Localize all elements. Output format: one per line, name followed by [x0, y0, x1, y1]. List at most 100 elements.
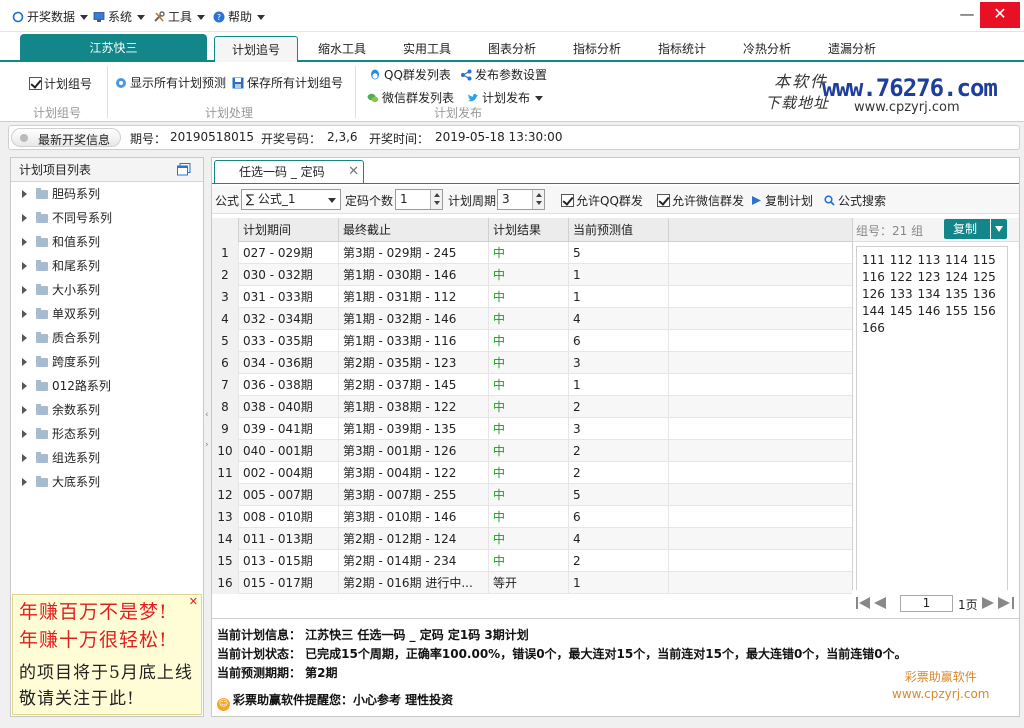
- period-value: 20190518015: [170, 130, 254, 144]
- expand-arrow-icon[interactable]: [22, 190, 27, 198]
- menu-tools[interactable]: 工具: [153, 8, 206, 26]
- col-header-period[interactable]: 计划期间: [239, 218, 339, 242]
- expand-arrow-icon[interactable]: [22, 406, 27, 414]
- expand-arrow-icon[interactable]: [22, 382, 27, 390]
- group-numbers-text[interactable]: 111 112 113 114 115 116 122 123 124 125 …: [856, 246, 1008, 591]
- latest-draw-pill[interactable]: 最新开奖信息: [11, 128, 121, 147]
- display-icon: [116, 78, 126, 88]
- ad-close-icon[interactable]: ✕: [189, 595, 198, 608]
- table-row[interactable]: 12 005 - 007期 第3期 - 007期 - 255 中 5: [212, 484, 852, 506]
- page-input[interactable]: 1: [900, 595, 953, 612]
- tab-plan-chase[interactable]: 计划追号: [214, 36, 298, 62]
- tab-omission[interactable]: 遗漏分析: [810, 36, 894, 62]
- tab-chart-analysis[interactable]: 图表分析: [470, 36, 554, 62]
- publish-settings-button[interactable]: 发布参数设置: [460, 66, 547, 84]
- tree-item[interactable]: 大底系列: [11, 470, 203, 494]
- col-header-result[interactable]: 计划结果: [489, 218, 569, 242]
- tree-item[interactable]: 和值系列: [11, 230, 203, 254]
- menu-system[interactable]: 系统: [93, 8, 146, 26]
- tree-item[interactable]: 不同号系列: [11, 206, 203, 230]
- expand-arrow-icon[interactable]: [22, 478, 27, 486]
- tab-index-stats[interactable]: 指标统计: [640, 36, 724, 62]
- menu-help[interactable]: ? 帮助: [213, 8, 266, 26]
- expand-arrow-icon[interactable]: [22, 262, 27, 270]
- cell-period: 033 - 035期: [239, 330, 339, 352]
- plan-group-checkbox[interactable]: 计划组号: [29, 75, 92, 93]
- spinner-icon[interactable]: [532, 190, 544, 209]
- table-row[interactable]: 14 011 - 013期 第2期 - 012期 - 124 中 4: [212, 528, 852, 550]
- expand-arrow-icon[interactable]: [22, 430, 27, 438]
- app-title-tab[interactable]: 江苏快三: [20, 34, 207, 62]
- tab-shrink-tool[interactable]: 缩水工具: [300, 36, 384, 62]
- expand-arrow-icon[interactable]: [22, 214, 27, 222]
- close-tab-icon[interactable]: ✕: [348, 161, 359, 183]
- qq-group-list-button[interactable]: QQ群发列表: [369, 66, 451, 84]
- next-last-page-icon[interactable]: [982, 597, 1016, 609]
- copy-plan-button[interactable]: 复制计划: [751, 192, 813, 209]
- expand-arrow-icon[interactable]: [22, 454, 27, 462]
- table-row[interactable]: 6 034 - 036期 第2期 - 035期 - 123 中 3: [212, 352, 852, 374]
- row-index: 10: [212, 440, 239, 462]
- spinner-icon[interactable]: [430, 190, 442, 209]
- tree-item[interactable]: 胆码系列: [11, 182, 203, 206]
- table-row[interactable]: 3 031 - 033期 第1期 - 031期 - 112 中 1: [212, 286, 852, 308]
- plan-group-label: 计划组号: [44, 77, 93, 91]
- help-icon: ?: [213, 11, 225, 23]
- close-button[interactable]: ✕: [980, 2, 1020, 28]
- tree-item[interactable]: 形态系列: [11, 422, 203, 446]
- col-header-deadline[interactable]: 最终截止: [339, 218, 489, 242]
- doc-tab-plan[interactable]: 任选一码 _ 定码 ✕: [214, 160, 364, 184]
- tree-item[interactable]: 单双系列: [11, 302, 203, 326]
- formula-select[interactable]: ∑ 公式_1: [241, 189, 341, 210]
- table-row[interactable]: 1 027 - 029期 第3期 - 029期 - 245 中 5: [212, 242, 852, 264]
- plan-workspace: 任选一码 _ 定码 ✕ 公式 ∑ 公式_1 定码个数 1 计划周期 3 允许QQ…: [211, 157, 1020, 717]
- minimize-button[interactable]: —: [954, 2, 980, 28]
- splitter-handle[interactable]: ‹ ›: [204, 400, 211, 460]
- count-stepper[interactable]: 1: [395, 189, 443, 210]
- cell-deadline: 第3期 - 001期 - 126: [339, 440, 489, 462]
- tree-item[interactable]: 余数系列: [11, 398, 203, 422]
- table-row[interactable]: 11 002 - 004期 第3期 - 004期 - 122 中 2: [212, 462, 852, 484]
- menu-kaijiang[interactable]: 开奖数据: [12, 8, 89, 26]
- tree-item[interactable]: 012路系列: [11, 374, 203, 398]
- tree-item[interactable]: 大小系列: [11, 278, 203, 302]
- tab-hot-cold[interactable]: 冷热分析: [725, 36, 809, 62]
- tree-item[interactable]: 组选系列: [11, 446, 203, 470]
- expand-arrow-icon[interactable]: [22, 358, 27, 366]
- table-row[interactable]: 16 015 - 017期 第2期 - 016期 进行中... 等开 1: [212, 572, 852, 594]
- table-row[interactable]: 15 013 - 015期 第2期 - 014期 - 234 中 2: [212, 550, 852, 572]
- expand-arrow-icon[interactable]: [22, 334, 27, 342]
- table-row[interactable]: 9 039 - 041期 第1期 - 039期 - 135 中 3: [212, 418, 852, 440]
- table-row[interactable]: 8 038 - 040期 第1期 - 038期 - 122 中 2: [212, 396, 852, 418]
- tab-utility[interactable]: 实用工具: [385, 36, 469, 62]
- col-header-prediction[interactable]: 当前预测值: [569, 218, 669, 242]
- copy-button[interactable]: 复制: [944, 219, 1007, 239]
- chevron-down-icon[interactable]: [990, 219, 1007, 239]
- first-prev-page-icon[interactable]: [856, 597, 892, 609]
- tree-item[interactable]: 跨度系列: [11, 350, 203, 374]
- table-row[interactable]: 10 040 - 001期 第3期 - 001期 - 126 中 2: [212, 440, 852, 462]
- allow-qq-checkbox[interactable]: 允许QQ群发: [561, 192, 643, 209]
- table-row[interactable]: 13 008 - 010期 第3期 - 010期 - 146 中 6: [212, 506, 852, 528]
- table-row[interactable]: 7 036 - 038期 第2期 - 037期 - 145 中 1: [212, 374, 852, 396]
- table-row[interactable]: 4 032 - 034期 第1期 - 032期 - 146 中 4: [212, 308, 852, 330]
- expand-arrow-icon[interactable]: [22, 286, 27, 294]
- show-all-plan-button[interactable]: 显示所有计划预测: [115, 74, 226, 92]
- allow-wechat-checkbox[interactable]: 允许微信群发: [657, 192, 744, 209]
- cell-prediction: 1: [569, 286, 669, 308]
- cycle-stepper[interactable]: 3: [497, 189, 545, 210]
- formula-search-button[interactable]: 公式搜索: [824, 192, 886, 209]
- expand-arrow-icon[interactable]: [22, 310, 27, 318]
- ad-banner[interactable]: 年赚百万不是梦! 年赚十万很轻松! 的项目将于5月底上线 敬请关注于此! ✕: [12, 594, 202, 715]
- table-row[interactable]: 2 030 - 032期 第1期 - 030期 - 146 中 1: [212, 264, 852, 286]
- tree-item[interactable]: 质合系列: [11, 326, 203, 350]
- cell-prediction: 1: [569, 374, 669, 396]
- table-row[interactable]: 5 033 - 035期 第1期 - 033期 - 116 中 6: [212, 330, 852, 352]
- chevron-down-icon: [80, 15, 89, 20]
- allow-qq-label: 允许QQ群发: [576, 194, 643, 208]
- tab-index-analysis[interactable]: 指标分析: [555, 36, 639, 62]
- collapse-icon[interactable]: [177, 163, 191, 176]
- expand-arrow-icon[interactable]: [22, 238, 27, 246]
- save-all-plan-button[interactable]: 保存所有计划组号: [232, 74, 343, 92]
- tree-item[interactable]: 和尾系列: [11, 254, 203, 278]
